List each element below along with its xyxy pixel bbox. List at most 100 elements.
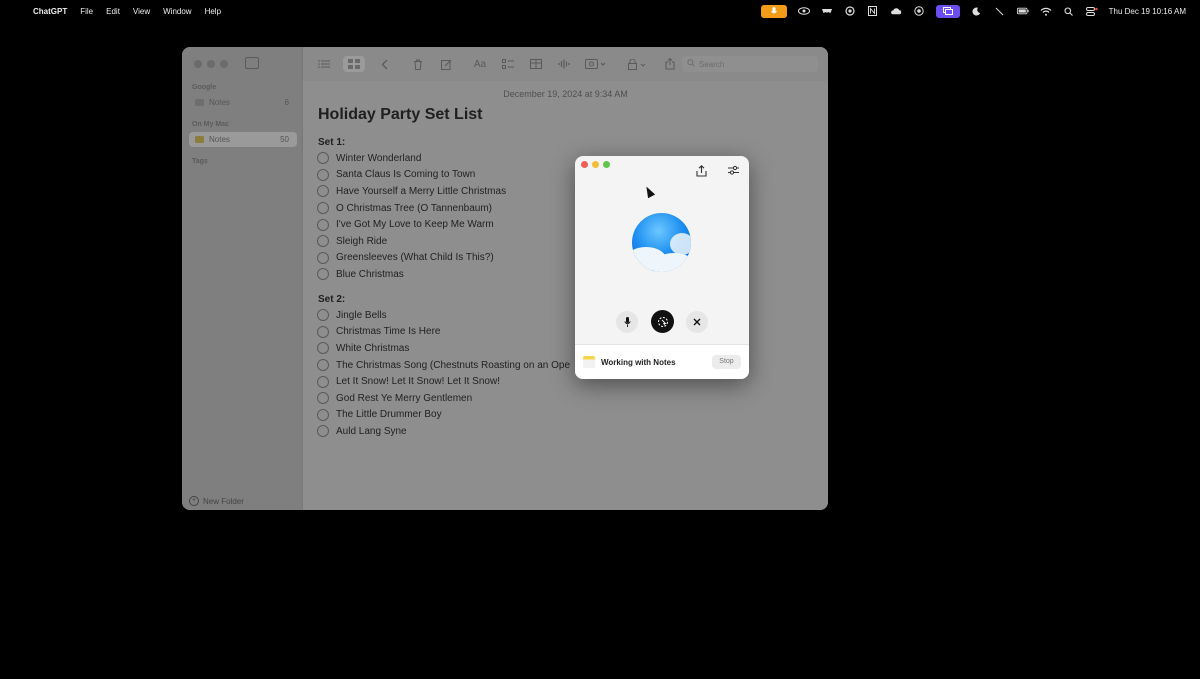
share-icon[interactable] xyxy=(661,56,679,72)
set-2-item[interactable]: Christmas Time Is Here xyxy=(317,324,570,341)
checkbox-circle[interactable] xyxy=(317,309,329,322)
lock-menu-icon[interactable] xyxy=(625,56,651,72)
eye-icon[interactable] xyxy=(797,6,810,16)
app-menu-chatgpt[interactable]: ChatGPT xyxy=(33,7,67,16)
set-1-item[interactable]: O Christmas Tree (O Tannenbaum) xyxy=(317,200,506,217)
working-with-label: Working with Notes xyxy=(601,357,676,367)
settings-sliders-icon[interactable] xyxy=(726,165,740,179)
set-2-item[interactable]: Auld Lang Syne xyxy=(317,423,570,440)
sidebar-section-on-my-mac: On My Mac xyxy=(192,121,229,128)
set-1-item[interactable]: Have Yourself a Merry Little Christmas xyxy=(317,183,506,200)
mask-icon[interactable] xyxy=(821,6,833,16)
checklist-item-label: Sleigh Ride xyxy=(336,235,388,247)
set-2-item[interactable]: The Little Drummer Boy xyxy=(317,407,570,424)
set-1-item[interactable]: Santa Claus Is Coming to Town xyxy=(317,167,506,184)
checklist-item-label: The Christmas Song (Chestnuts Roasting o… xyxy=(336,359,571,371)
table-icon[interactable] xyxy=(527,56,545,72)
set-1-item[interactable]: Winter Wonderland xyxy=(317,150,506,167)
gallery-view-icon[interactable] xyxy=(343,56,365,72)
menu-view[interactable]: View xyxy=(133,7,150,16)
checklist-icon[interactable] xyxy=(499,56,517,72)
checkbox-circle[interactable] xyxy=(317,202,329,215)
checkbox-circle[interactable] xyxy=(317,342,329,355)
trash-icon[interactable] xyxy=(409,56,427,72)
menu-help[interactable]: Help xyxy=(205,7,221,16)
orb-cloud xyxy=(652,253,691,272)
checkbox-circle[interactable] xyxy=(317,152,329,165)
screen-share-button[interactable] xyxy=(651,310,674,333)
stop-button[interactable]: Stop xyxy=(712,355,741,369)
plus-circle-icon: + xyxy=(189,496,199,506)
chatgpt-icon[interactable] xyxy=(844,6,856,16)
checkbox-circle[interactable] xyxy=(317,218,329,231)
target-icon[interactable] xyxy=(913,6,925,16)
sidebar-item-mac-notes[interactable]: Notes 50 xyxy=(189,132,297,147)
share-export-icon[interactable] xyxy=(694,165,708,179)
set-2-item[interactable]: God Rest Ye Merry Gentlemen xyxy=(317,390,570,407)
close-window-button[interactable] xyxy=(581,161,588,168)
checkbox-circle[interactable] xyxy=(317,235,329,248)
checkbox-circle[interactable] xyxy=(317,425,329,438)
zoom-window-button[interactable] xyxy=(603,161,610,168)
status-area: Thu Dec 19 10:16 AM xyxy=(760,2,1186,20)
set-2-item[interactable]: White Christmas xyxy=(317,340,570,357)
checklist-item-label: God Rest Ye Merry Gentlemen xyxy=(336,392,473,404)
control-center-icon[interactable] xyxy=(1085,6,1098,16)
checkbox-circle[interactable] xyxy=(317,168,329,181)
set-1-item[interactable]: Blue Christmas xyxy=(317,266,506,283)
set-1-item[interactable]: Sleigh Ride xyxy=(317,233,506,250)
checkbox-circle[interactable] xyxy=(317,325,329,338)
set-1-item[interactable]: I've Got My Love to Keep Me Warm xyxy=(317,216,506,233)
audio-waveform-icon[interactable] xyxy=(555,56,573,72)
checkbox-circle[interactable] xyxy=(317,408,329,421)
media-menu-icon[interactable] xyxy=(583,56,609,72)
note-editor[interactable]: December 19, 2024 at 9:34 AM Holiday Par… xyxy=(303,81,828,510)
notion-icon[interactable] xyxy=(867,6,879,16)
notes-sidebar: Google Notes 6 On My Mac Notes 50 Tags +… xyxy=(182,47,303,510)
back-chevron-icon[interactable] xyxy=(375,56,393,72)
sidebar-item-google-notes[interactable]: Notes 6 xyxy=(189,95,297,110)
end-voice-button[interactable] xyxy=(686,311,708,333)
menu-file[interactable]: File xyxy=(80,7,93,16)
menu-window[interactable]: Window xyxy=(163,7,191,16)
microphone-button[interactable] xyxy=(616,311,638,333)
zoom-window-button[interactable] xyxy=(220,60,228,68)
set-1-heading[interactable]: Set 1: xyxy=(318,137,345,148)
battery-icon[interactable] xyxy=(1016,6,1029,16)
menu-edit[interactable]: Edit xyxy=(106,7,120,16)
set-2-heading[interactable]: Set 2: xyxy=(318,294,345,305)
slash-icon[interactable] xyxy=(994,6,1006,16)
format-text-icon[interactable]: Aa xyxy=(471,56,489,72)
cloud-icon[interactable] xyxy=(890,6,902,16)
search-icon[interactable] xyxy=(1063,6,1075,16)
set-2-item[interactable]: The Christmas Song (Chestnuts Roasting o… xyxy=(317,357,570,374)
checkbox-circle[interactable] xyxy=(317,268,329,281)
close-window-button[interactable] xyxy=(194,60,202,68)
folder-icon xyxy=(195,99,204,106)
checkbox-circle[interactable] xyxy=(317,359,329,372)
notes-toolbar: Aa Search xyxy=(303,47,828,81)
list-view-icon[interactable] xyxy=(315,56,333,72)
checkbox-circle[interactable] xyxy=(317,251,329,264)
minimize-window-button[interactable] xyxy=(592,161,599,168)
set-1-item[interactable]: Greensleeves (What Child Is This?) xyxy=(317,250,506,267)
wifi-icon[interactable] xyxy=(1040,6,1052,16)
checkbox-circle[interactable] xyxy=(317,392,329,405)
mic-recording-icon[interactable] xyxy=(760,4,787,18)
checkbox-circle[interactable] xyxy=(317,375,329,388)
minimize-window-button[interactable] xyxy=(207,60,215,68)
moon-icon[interactable] xyxy=(971,6,983,16)
screen-share-icon[interactable] xyxy=(935,4,960,18)
working-with-app-bar: Working with Notes Stop xyxy=(575,344,749,379)
checklist-item-label: Auld Lang Syne xyxy=(336,425,407,437)
checklist-item-label: Blue Christmas xyxy=(336,268,404,280)
sidebar-toggle-icon[interactable] xyxy=(245,57,259,69)
new-folder-button[interactable]: + New Folder xyxy=(189,496,244,506)
checkbox-circle[interactable] xyxy=(317,185,329,198)
note-title[interactable]: Holiday Party Set List xyxy=(318,106,483,124)
menu-bar-clock[interactable]: Thu Dec 19 10:16 AM xyxy=(1109,6,1186,16)
compose-icon[interactable] xyxy=(437,56,455,72)
notes-search-field[interactable]: Search xyxy=(682,56,818,72)
set-2-item[interactable]: Let It Snow! Let It Snow! Let It Snow! xyxy=(317,373,570,390)
set-2-item[interactable]: Jingle Bells xyxy=(317,307,570,324)
